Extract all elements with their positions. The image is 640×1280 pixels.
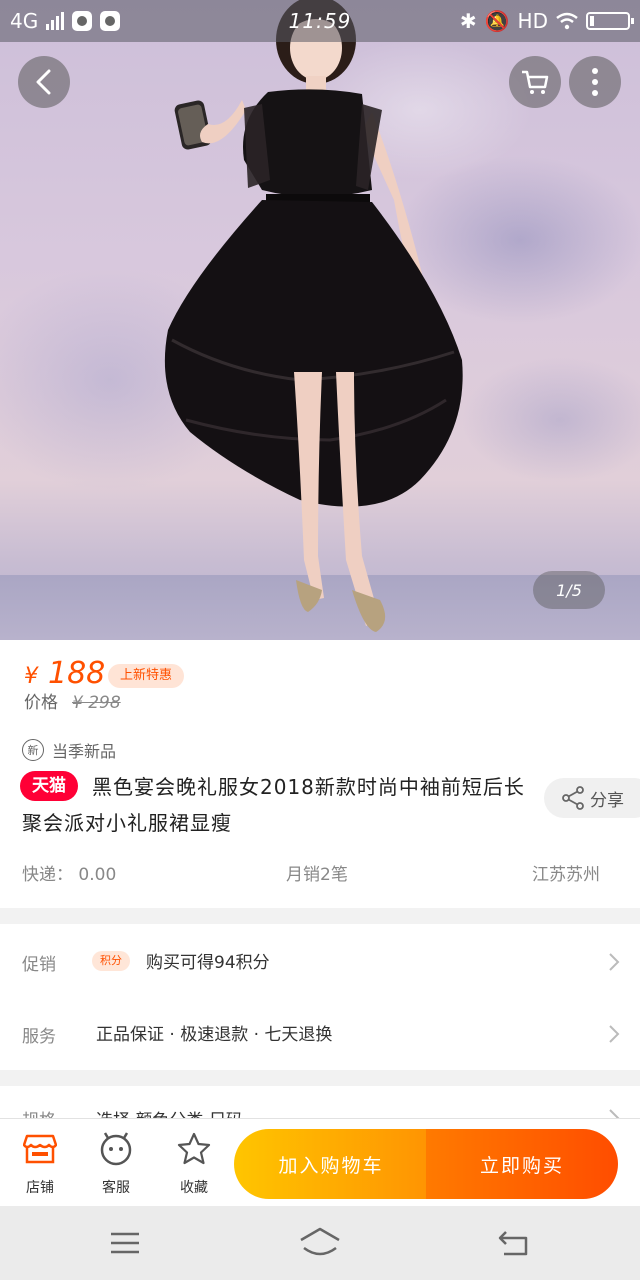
chevron-right-icon	[609, 953, 620, 971]
favorite-button[interactable]: 收藏	[164, 1131, 224, 1197]
original-price: 价格 ¥ 298	[24, 688, 121, 713]
shopping-cart-icon	[522, 70, 549, 94]
mute-icon: 🔕	[484, 9, 510, 33]
add-to-cart-button[interactable]: 加入购物车	[234, 1129, 428, 1199]
star-icon	[177, 1132, 211, 1165]
menu-icon[interactable]	[108, 1226, 142, 1260]
favorite-label: 收藏	[180, 1180, 208, 1196]
product-title: 黑色宴会晚礼服女2018新款时尚中袖前短后长聚会派对小礼服裙显瘦	[22, 775, 525, 835]
customer-service-button[interactable]: 客服	[86, 1131, 146, 1197]
price: ¥ 188	[24, 656, 105, 691]
store-icon	[23, 1134, 57, 1164]
original-price-label: 价格	[24, 693, 58, 713]
share-icon	[562, 786, 584, 810]
bluetooth-icon: ✱	[459, 9, 477, 33]
promo-tag: 上新特惠	[108, 664, 185, 688]
customer-service-icon	[100, 1132, 132, 1166]
share-label: 分享	[590, 790, 624, 811]
status-bar: 4G 11:59 ✱ 🔕 HD	[0, 0, 640, 42]
service-label: 服务	[22, 1027, 56, 1047]
share-button[interactable]: 分享	[544, 778, 640, 818]
gallery-counter: 1/5	[533, 571, 605, 609]
shipping-fee: 快递： 0.00	[22, 865, 117, 885]
back-icon[interactable]	[496, 1226, 532, 1260]
monthly-sales: 月销2笔	[286, 865, 348, 885]
promotion-label: 促销	[22, 955, 56, 975]
hd-indicator: HD	[517, 9, 548, 33]
buy-now-button[interactable]: 立即购买	[426, 1129, 618, 1199]
chevron-left-icon	[36, 69, 51, 95]
status-bar-right: ✱ 🔕 HD	[459, 9, 634, 33]
wifi-icon	[556, 12, 578, 30]
customer-service-label: 客服	[102, 1180, 130, 1196]
system-navigation-bar	[0, 1206, 640, 1280]
promotion-row[interactable]: 促销 积分 购买可得94积分	[0, 924, 640, 996]
chevron-right-icon	[609, 1025, 620, 1043]
service-text: 正品保证 · 极速退款 · 七天退换	[96, 1025, 333, 1045]
price-value: 188	[48, 656, 106, 691]
new-season-tag: 新 当季新品	[22, 738, 116, 762]
original-price-value: ¥ 298	[72, 693, 121, 713]
store-button[interactable]: 店铺	[10, 1131, 70, 1197]
more-button[interactable]	[569, 56, 621, 108]
service-row[interactable]: 服务 正品保证 · 极速退款 · 七天退换	[0, 996, 640, 1068]
tmall-badge: 天猫	[20, 771, 78, 801]
ship-from-location: 江苏苏州	[532, 865, 600, 885]
new-badge-icon: 新	[22, 739, 44, 761]
home-icon[interactable]	[298, 1226, 342, 1260]
new-season-label: 当季新品	[52, 742, 117, 761]
battery-icon	[586, 12, 634, 30]
cart-button[interactable]	[509, 56, 561, 108]
points-pill: 积分	[92, 951, 130, 971]
price-currency: ¥	[24, 664, 38, 689]
promotion-text: 购买可得94积分	[146, 953, 270, 973]
more-vertical-icon	[592, 68, 598, 96]
bottom-action-bar: 店铺 客服 收藏 加入购物车 立即购买	[0, 1118, 640, 1207]
back-button[interactable]	[18, 56, 70, 108]
store-label: 店铺	[26, 1180, 54, 1196]
